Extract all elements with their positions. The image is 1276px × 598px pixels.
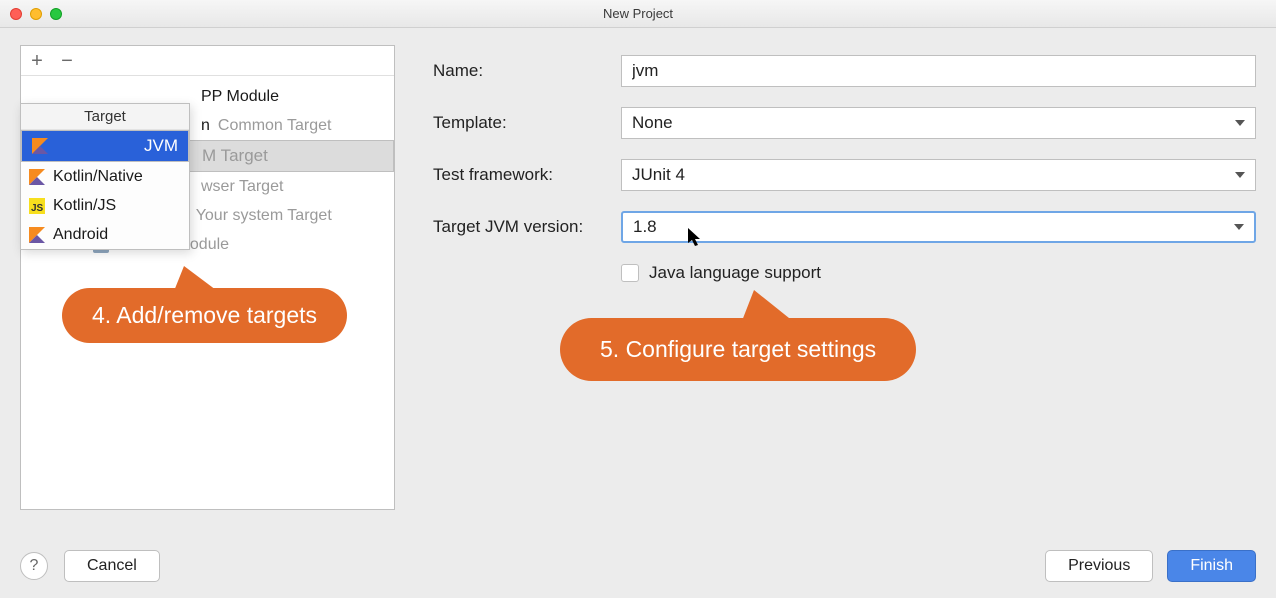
java-support-label: Java language support bbox=[649, 263, 821, 283]
window-title: New Project bbox=[0, 6, 1276, 21]
test-framework-label: Test framework: bbox=[433, 165, 621, 185]
mouse-cursor-icon bbox=[688, 228, 704, 248]
popup-label: Android bbox=[53, 226, 108, 244]
test-framework-row: Test framework: JUnit 4 bbox=[433, 159, 1256, 191]
titlebar: New Project bbox=[0, 0, 1276, 28]
test-framework-select[interactable]: JUnit 4 bbox=[621, 159, 1256, 191]
kotlin-icon bbox=[29, 169, 45, 185]
popup-label: Kotlin/Native bbox=[53, 168, 143, 186]
tree-sublabel: Your system Target bbox=[196, 207, 332, 225]
tree-label: M Target bbox=[202, 146, 268, 166]
previous-button[interactable]: Previous bbox=[1045, 550, 1153, 582]
tree-label: PP Module bbox=[201, 88, 279, 106]
name-label: Name: bbox=[433, 61, 621, 81]
tree-label: wser Target bbox=[201, 178, 283, 196]
popup-item-js[interactable]: JS Kotlin/JS bbox=[21, 191, 189, 220]
jvm-version-label: Target JVM version: bbox=[433, 217, 621, 237]
popup-item-jvm[interactable]: JVM bbox=[21, 130, 189, 162]
tree-label: n bbox=[201, 117, 210, 135]
tree-sublabel: Common Target bbox=[218, 117, 332, 135]
target-settings-form: Name: Template: None Test framework: JUn… bbox=[433, 55, 1256, 283]
test-framework-value: JUnit 4 bbox=[632, 165, 685, 185]
kotlin-icon bbox=[32, 138, 48, 154]
popup-item-android[interactable]: Android bbox=[21, 220, 189, 249]
help-button[interactable]: ? bbox=[20, 552, 48, 580]
jvm-version-row: Target JVM version: 1.8 bbox=[433, 211, 1256, 243]
annotation-5: 5. Configure target settings bbox=[560, 318, 916, 381]
chevron-down-icon bbox=[1235, 120, 1245, 126]
annotation-tail bbox=[172, 266, 224, 296]
name-input[interactable] bbox=[621, 55, 1256, 87]
add-target-button[interactable]: + bbox=[29, 53, 45, 69]
jvm-version-value: 1.8 bbox=[633, 217, 657, 237]
popup-item-native[interactable]: Kotlin/Native bbox=[21, 162, 189, 191]
cancel-button[interactable]: Cancel bbox=[64, 550, 160, 582]
template-select[interactable]: None bbox=[621, 107, 1256, 139]
popup-label: JVM bbox=[144, 136, 178, 156]
template-label: Template: bbox=[433, 113, 621, 133]
popup-label: Kotlin/JS bbox=[53, 197, 116, 215]
name-row: Name: bbox=[433, 55, 1256, 87]
finish-button[interactable]: Finish bbox=[1167, 550, 1256, 582]
targets-toolbar: + − bbox=[21, 46, 394, 76]
java-support-row: Java language support bbox=[621, 263, 1256, 283]
annotation-4: 4. Add/remove targets bbox=[62, 288, 347, 343]
java-support-checkbox[interactable] bbox=[621, 264, 639, 282]
template-row: Template: None bbox=[433, 107, 1256, 139]
chevron-down-icon bbox=[1235, 172, 1245, 178]
kotlin-icon bbox=[29, 227, 45, 243]
target-type-popup: Target JVM Kotlin/Native JS Kotlin/JS An… bbox=[20, 103, 190, 250]
svg-text:JS: JS bbox=[31, 203, 44, 214]
remove-target-button[interactable]: − bbox=[59, 53, 75, 69]
jvm-version-select[interactable]: 1.8 bbox=[621, 211, 1256, 243]
dialog-footer: ? Cancel Previous Finish bbox=[20, 546, 1256, 586]
annotation-text: 4. Add/remove targets bbox=[92, 302, 317, 328]
annotation-text: 5. Configure target settings bbox=[600, 336, 876, 362]
annotation-tail bbox=[740, 290, 799, 326]
popup-header: Target bbox=[21, 104, 189, 130]
chevron-down-icon bbox=[1234, 224, 1244, 230]
kotlin-js-icon: JS bbox=[29, 198, 45, 214]
template-value: None bbox=[632, 113, 673, 133]
